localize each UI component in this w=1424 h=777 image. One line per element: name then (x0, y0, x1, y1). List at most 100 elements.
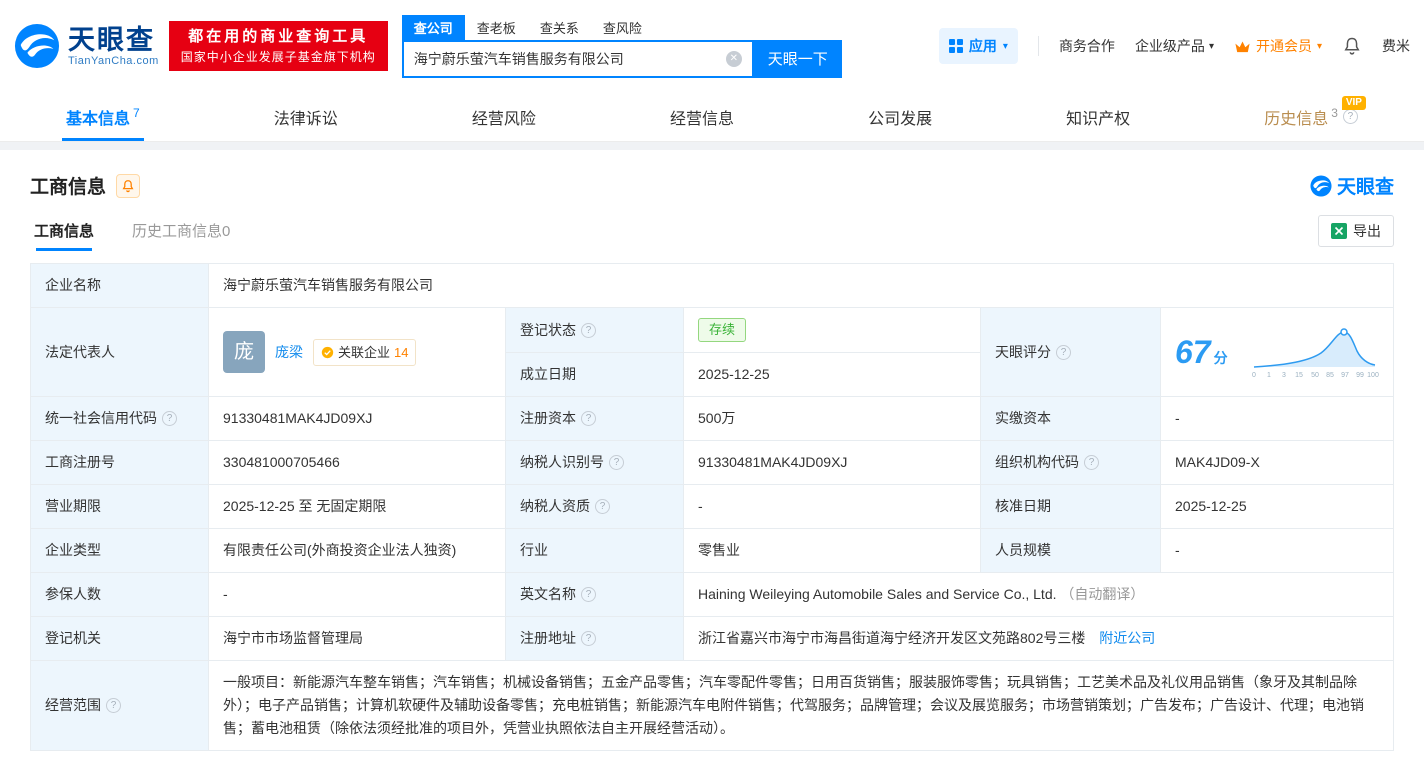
english-name-cell: Haining Weileying Automobile Sales and S… (683, 572, 1394, 617)
auto-translate-note: （自动翻译） (1060, 586, 1145, 602)
promo-banner: 都在用的商业查询工具 国家中小企业发展子基金旗下机构 (168, 21, 388, 71)
help-icon[interactable]: ? (581, 631, 596, 646)
watermark-brand: 天眼查 (1310, 172, 1394, 199)
business-term-value: 2025-12-25 至 无固定期限 (208, 484, 506, 529)
top-header: 天眼查 TianYanCha.com 都在用的商业查询工具 国家中小企业发展子基… (0, 0, 1424, 92)
subtab-row: 工商信息 历史工商信息0 导出 (30, 215, 1394, 251)
search-button[interactable]: 天眼一下 (753, 39, 842, 78)
user-menu[interactable]: 费米 (1382, 36, 1410, 56)
company-nav-tabs: 基本信息 7 法律诉讼 经营风险 经营信息 公司发展 知识产权 VIP 历史信息… (0, 92, 1424, 142)
help-icon[interactable]: ? (581, 322, 596, 338)
table-row: 经营范围 ? 一般项目：新能源汽车整车销售；汽车销售；机械设备销售；五金产品零售… (30, 660, 1394, 751)
tab-count: 3 (1331, 105, 1338, 120)
monitor-bell-button[interactable] (116, 173, 141, 198)
apps-grid-icon (948, 39, 963, 53)
table-row: 法定代表人 庞 庞梁 关联企业 14 登记状态 ? 存续 天眼评分 ? 67 分… (30, 307, 1394, 397)
org-code-label: 组织机构代码 ? (980, 440, 1161, 485)
tab-company-development[interactable]: 公司发展 (864, 92, 936, 141)
company-name-value: 海宁蔚乐萤汽车销售服务有限公司 (208, 263, 1394, 308)
registry-label: 登记机关 (30, 616, 209, 661)
establish-date-label: 成立日期 (505, 352, 684, 397)
business-info-table: 企业名称 海宁蔚乐萤汽车销售服务有限公司 法定代表人 庞 庞梁 关联企业 14 … (30, 263, 1394, 751)
help-icon[interactable]: ? (581, 411, 596, 426)
svg-text:97: 97 (1341, 372, 1349, 379)
chevron-down-icon: ▾ (1002, 40, 1008, 52)
logo-domain-text: TianYanCha.com (68, 55, 159, 67)
crown-icon (1235, 41, 1250, 52)
export-button[interactable]: 导出 (1318, 215, 1394, 247)
org-code-value: MAK4JD09-X (1160, 440, 1394, 485)
taxpayer-quality-value: - (683, 484, 981, 529)
tab-operating-risk[interactable]: 经营风险 (468, 92, 540, 141)
excel-icon (1331, 223, 1347, 239)
tab-intellectual-property[interactable]: 知识产权 (1062, 92, 1134, 141)
tab-history-info[interactable]: VIP 历史信息 3 ? (1260, 92, 1366, 141)
legal-rep-avatar[interactable]: 庞 (223, 331, 265, 373)
vip-badge: VIP (1341, 96, 1366, 110)
help-icon[interactable]: ? (581, 587, 596, 602)
search-tab-relation[interactable]: 查关系 (528, 15, 591, 40)
business-cooperation-link[interactable]: 商务合作 (1059, 36, 1115, 56)
notifications-button[interactable] (1342, 36, 1362, 56)
reg-status-label: 登记状态 ? (505, 307, 684, 353)
score-chart: 0 1 3 15 50 85 97 99 100 (1252, 328, 1379, 379)
business-scope-value: 一般项目：新能源汽车整车销售；汽车销售；机械设备销售；五金产品零售；汽车零配件零… (208, 660, 1394, 751)
search-tab-boss[interactable]: 查老板 (465, 15, 528, 40)
search-area: 查公司 查老板 查关系 查风险 ✕ 天眼一下 (401, 14, 842, 78)
tab-basic-info[interactable]: 基本信息 7 (62, 92, 144, 141)
score-label: 天眼评分 ? (980, 307, 1161, 397)
address-value: 浙江省嘉兴市海宁市海昌街道海宁经济开发区文苑路802号三楼 (698, 630, 1086, 646)
tab-operating-info[interactable]: 经营信息 (666, 92, 738, 141)
staff-size-value: - (1160, 528, 1394, 573)
help-icon[interactable]: ? (1056, 344, 1071, 360)
help-icon[interactable]: ? (595, 499, 610, 514)
table-row: 工商注册号 330481000705466 纳税人识别号 ? 91330481M… (30, 440, 1394, 485)
subtab-business-info[interactable]: 工商信息 (30, 220, 98, 251)
search-input[interactable] (413, 50, 726, 67)
apps-menu-button[interactable]: 应用 ▾ (938, 28, 1018, 64)
credit-code-label: 统一社会信用代码 ? (30, 396, 209, 441)
enterprise-products-link[interactable]: 企业级产品 ▾ (1135, 36, 1214, 56)
approval-date-value: 2025-12-25 (1160, 484, 1394, 529)
bell-icon (122, 179, 134, 192)
tab-legal-proceedings[interactable]: 法律诉讼 (270, 92, 342, 141)
related-companies-icon (321, 346, 334, 358)
credit-code-value: 91330481MAK4JD09XJ (208, 396, 506, 441)
svg-text:0: 0 (1252, 372, 1256, 379)
reg-capital-label: 注册资本 ? (505, 396, 684, 441)
industry-label: 行业 (505, 528, 684, 573)
help-icon[interactable]: ? (106, 698, 121, 713)
help-icon[interactable]: ? (1084, 455, 1099, 470)
related-companies-tag[interactable]: 关联企业 14 (313, 338, 417, 366)
legal-rep-cell: 庞 庞梁 关联企业 14 (208, 307, 506, 397)
paid-capital-label: 实缴资本 (980, 396, 1161, 441)
address-cell: 浙江省嘉兴市海宁市海昌街道海宁经济开发区文苑路802号三楼 附近公司 (683, 616, 1394, 661)
svg-text:15: 15 (1295, 372, 1303, 379)
svg-text:3: 3 (1282, 372, 1286, 379)
search-tab-risk[interactable]: 查风险 (591, 15, 654, 40)
score-value: 67 分 (1175, 333, 1228, 370)
tab-count: 7 (133, 105, 140, 120)
subtab-history-business-info[interactable]: 历史工商信息0 (128, 220, 234, 251)
header-divider (1037, 36, 1039, 56)
insured-label: 参保人数 (30, 572, 209, 617)
clear-search-icon[interactable]: ✕ (725, 50, 742, 67)
help-icon[interactable]: ? (1342, 109, 1358, 124)
taxpayer-id-label: 纳税人识别号 ? (505, 440, 684, 485)
legal-rep-link[interactable]: 庞梁 (275, 341, 303, 364)
reg-status-cell: 存续 (683, 307, 981, 353)
nearby-companies-link[interactable]: 附近公司 (1099, 630, 1155, 646)
taxpayer-id-value: 91330481MAK4JD09XJ (683, 440, 981, 485)
svg-text:1: 1 (1267, 372, 1271, 379)
tianyancha-logo[interactable]: 天眼查 TianYanCha.com (14, 23, 159, 69)
open-vip-link[interactable]: 开通会员 ▾ (1234, 36, 1322, 56)
table-row: 统一社会信用代码 ? 91330481MAK4JD09XJ 注册资本 ? 500… (30, 396, 1394, 441)
tianyancha-logo-icon (1310, 174, 1332, 197)
search-box: ✕ (401, 39, 754, 78)
table-row: 营业期限 2025-12-25 至 无固定期限 纳税人资质 ? - 核准日期 2… (30, 484, 1394, 529)
svg-text:99: 99 (1356, 372, 1364, 379)
staff-size-label: 人员规模 (980, 528, 1161, 573)
help-icon[interactable]: ? (162, 411, 177, 426)
search-tab-company[interactable]: 查公司 (401, 14, 465, 40)
help-icon[interactable]: ? (609, 455, 624, 470)
